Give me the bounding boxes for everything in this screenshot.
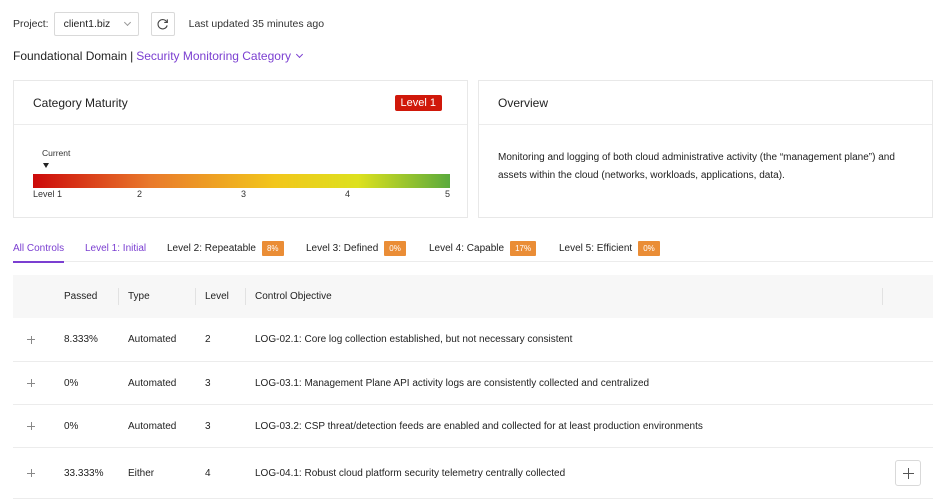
level-tabs: All Controls Level 1: Initial Level 2: R… xyxy=(13,234,933,263)
project-select[interactable]: client1.biz xyxy=(53,12,139,36)
add-button[interactable] xyxy=(895,460,921,486)
table-header: Passed Type Level Control Objective xyxy=(13,275,933,318)
tab-percent-badge: 0% xyxy=(638,240,660,256)
header-control-objective[interactable]: Control Objective xyxy=(245,275,332,318)
cell-type: Automated xyxy=(128,420,177,432)
controls-table: Passed Type Level Control Objective 8.33… xyxy=(13,275,933,499)
level-badge: Level 1 xyxy=(394,95,442,111)
tab-level-2[interactable]: Level 2: Repeatable 8% xyxy=(167,234,284,262)
category-maturity-card: Category Maturity Level 1 Current Level … xyxy=(13,80,468,218)
tab-label: Level 4: Capable xyxy=(429,242,505,254)
table-row[interactable]: 0% Automated 3 LOG-03.1: Management Plan… xyxy=(13,362,933,405)
cell-passed: 0% xyxy=(64,420,79,432)
scale-tick-2: 2 xyxy=(137,189,143,199)
breadcrumb-separator: | xyxy=(130,49,134,63)
tab-percent-badge: 17% xyxy=(510,240,537,256)
cell-objective: LOG-04.1: Robust cloud platform security… xyxy=(255,467,566,479)
project-select-value: client1.biz xyxy=(63,18,111,30)
scale-tick-4: 4 xyxy=(345,189,351,199)
overview-text: Monitoring and logging of both cloud adm… xyxy=(498,152,895,181)
table-row[interactable]: 0% Automated 3 LOG-03.2: CSP threat/dete… xyxy=(13,405,933,448)
current-marker-icon xyxy=(43,163,49,168)
header-passed[interactable]: Passed xyxy=(64,275,97,318)
cell-passed: 33.333% xyxy=(64,467,104,479)
tab-label: Level 3: Defined xyxy=(306,242,379,254)
cell-type: Automated xyxy=(128,377,177,389)
refresh-icon xyxy=(157,18,168,29)
header-type[interactable]: Type xyxy=(118,275,150,318)
tab-label: Level 5: Efficient xyxy=(559,242,633,254)
breadcrumb: Foundational Domain | Security Monitorin… xyxy=(13,49,303,63)
last-updated-text: Last updated 35 minutes ago xyxy=(188,18,325,30)
tab-level-5[interactable]: Level 5: Efficient 0% xyxy=(559,234,660,262)
category-dropdown[interactable]: Security Monitoring Category xyxy=(136,49,291,63)
overview-card: Overview Monitoring and logging of both … xyxy=(478,80,933,218)
breadcrumb-domain: Foundational Domain xyxy=(13,49,128,63)
scale-tick-1: Level 1 xyxy=(33,189,63,199)
chevron-down-icon xyxy=(123,18,131,27)
chevron-down-icon[interactable] xyxy=(295,50,303,58)
header-level[interactable]: Level xyxy=(195,275,229,318)
cell-type: Either xyxy=(128,467,155,479)
cell-objective: LOG-03.2: CSP threat/detection feeds are… xyxy=(255,420,703,432)
maturity-gradient-bar xyxy=(33,174,450,188)
expand-row-icon[interactable] xyxy=(27,422,35,430)
scale-tick-3: 3 xyxy=(241,189,247,199)
current-label: Current xyxy=(42,148,71,158)
expand-row-icon[interactable] xyxy=(27,379,35,387)
tab-percent-badge: 8% xyxy=(261,240,284,256)
tab-level-4[interactable]: Level 4: Capable 17% xyxy=(429,234,537,262)
overview-card-title: Overview xyxy=(479,81,932,125)
project-label: Project: xyxy=(13,18,49,30)
cell-level: 4 xyxy=(205,467,211,479)
refresh-button[interactable] xyxy=(150,12,175,36)
table-row[interactable]: 33.333% Either 4 LOG-04.1: Robust cloud … xyxy=(13,448,933,499)
tab-label: Level 1: Initial xyxy=(85,242,147,254)
cell-objective: LOG-03.1: Management Plane API activity … xyxy=(255,377,650,389)
tab-label: Level 2: Repeatable xyxy=(167,242,256,254)
tab-percent-badge: 0% xyxy=(384,240,406,256)
cell-level: 2 xyxy=(205,334,211,345)
cell-passed: 8.333% xyxy=(64,334,98,345)
tab-level-1[interactable]: Level 1: Initial xyxy=(85,234,146,262)
cell-passed: 0% xyxy=(64,377,79,389)
tab-level-3[interactable]: Level 3: Defined 0% xyxy=(306,234,406,262)
cell-objective: LOG-02.1: Core log collection establishe… xyxy=(255,334,573,345)
table-row[interactable]: 8.333% Automated 2 LOG-02.1: Core log co… xyxy=(13,318,933,362)
expand-row-icon[interactable] xyxy=(27,335,35,344)
scale-tick-5: 5 xyxy=(445,189,451,199)
cell-level: 3 xyxy=(205,377,211,389)
tab-all-controls[interactable]: All Controls xyxy=(13,234,65,263)
project-bar: Project: client1.biz Last updated 35 min… xyxy=(13,12,324,36)
expand-row-icon[interactable] xyxy=(27,469,35,477)
cell-level: 3 xyxy=(205,420,211,432)
cell-type: Automated xyxy=(128,334,177,345)
tab-label: All Controls xyxy=(13,242,65,254)
